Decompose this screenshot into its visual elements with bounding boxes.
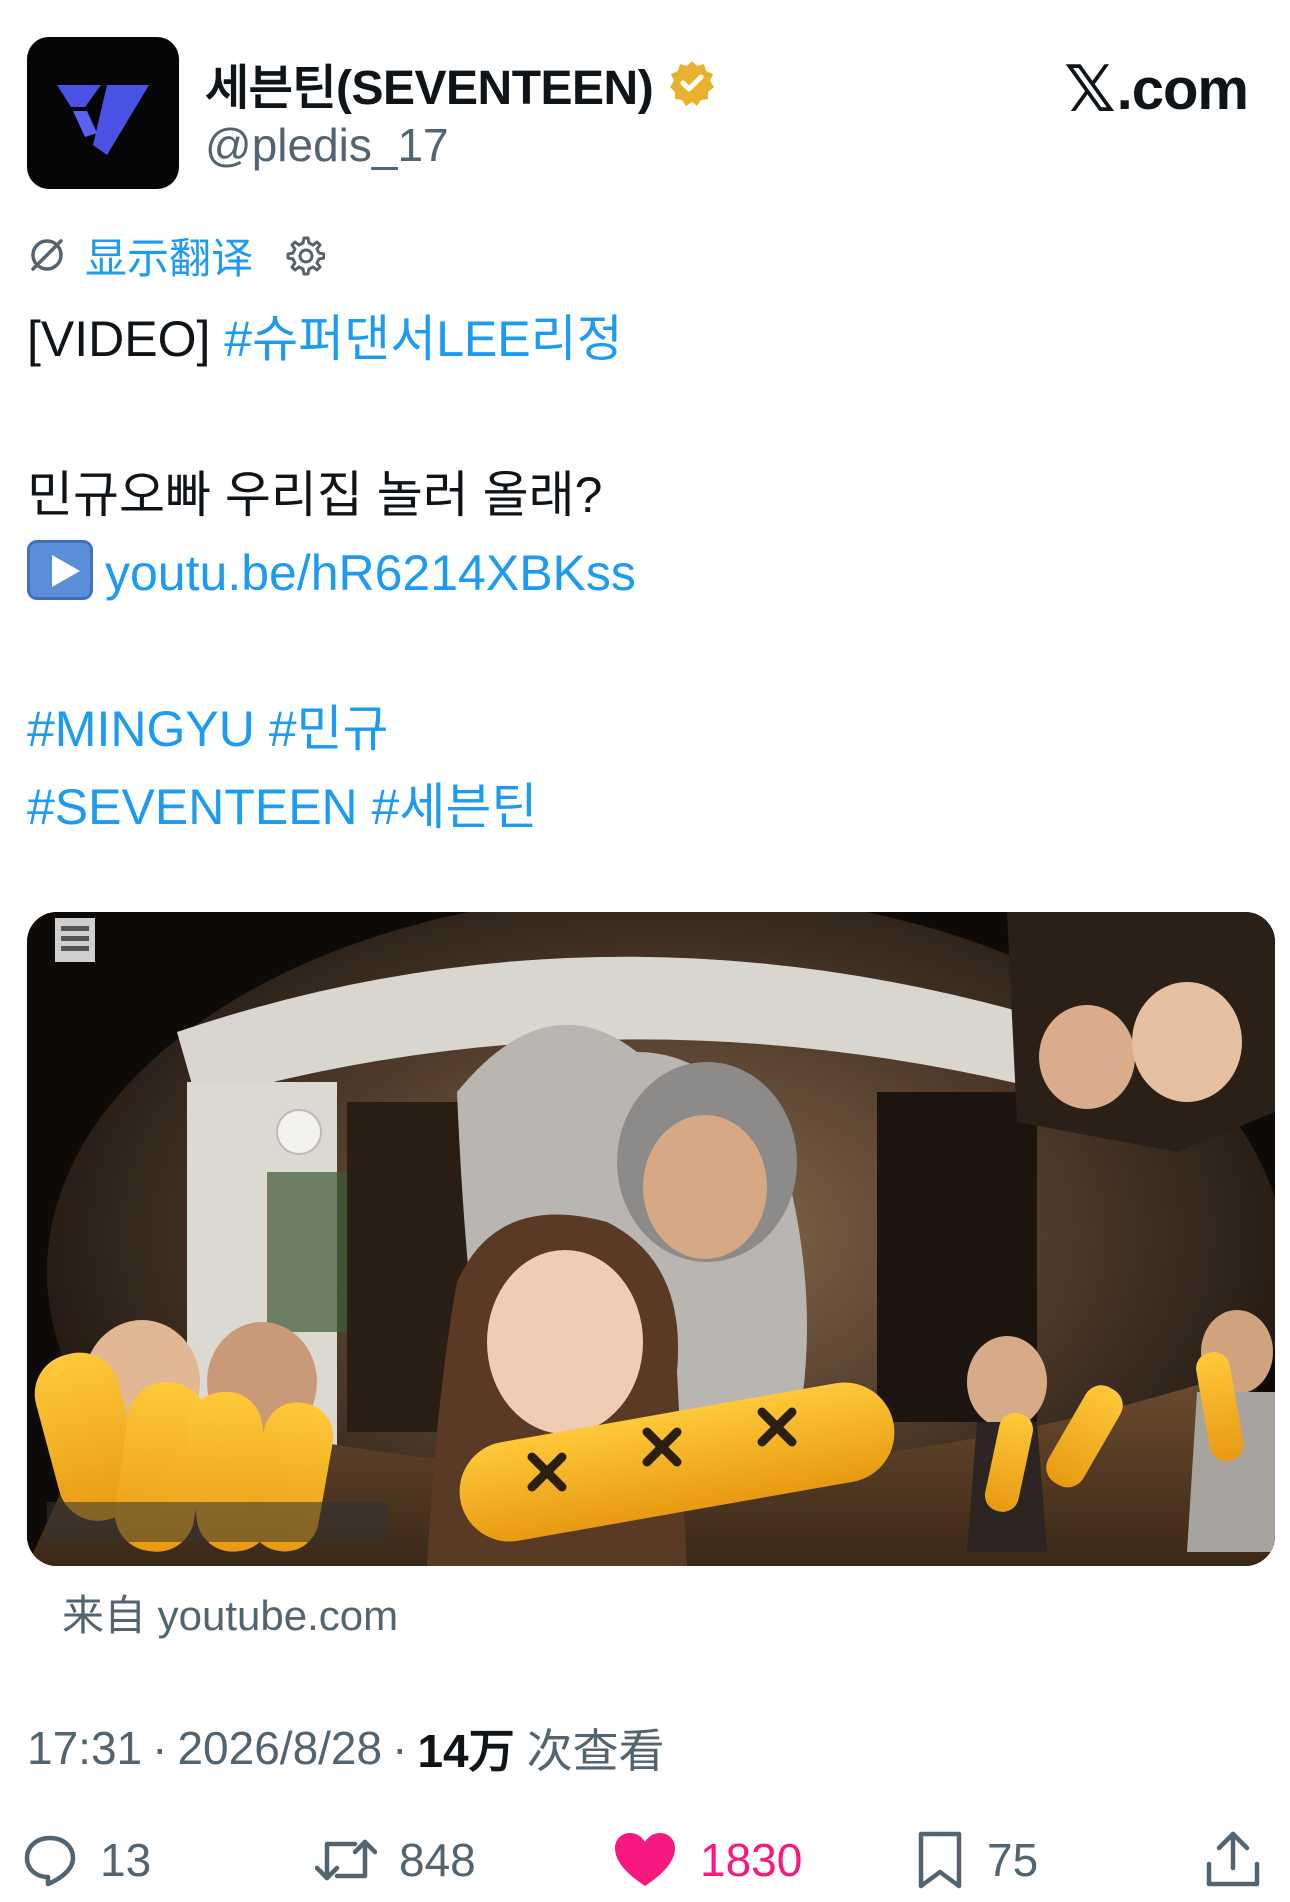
heart-filled-icon [615, 1833, 675, 1886]
tweet-line-link: youtu.be/hR6214XBKss [27, 534, 1267, 612]
bookmark-button[interactable]: 75 [915, 1820, 1038, 1900]
separator: · [392, 1722, 408, 1774]
hashtag-line[interactable]: #MINGYU #민규 [27, 690, 1267, 768]
like-button[interactable]: 1830 [612, 1820, 802, 1900]
hashtag-link[interactable]: #슈퍼댄서LEE리정 [224, 311, 622, 367]
video-thumbnail[interactable] [27, 912, 1275, 1566]
play-button-emoji-icon [27, 540, 93, 600]
video-prefix: [VIDEO] [27, 311, 225, 367]
media-source[interactable]: 来自 youtube.com [62, 1582, 398, 1643]
handle[interactable]: @pledis_17 [205, 118, 449, 172]
share-icon [1206, 1831, 1260, 1887]
repost-button[interactable]: 848 [315, 1820, 476, 1900]
views-label: 次查看 [526, 1725, 665, 1777]
translate-globe-icon [31, 239, 63, 271]
show-translation-link[interactable]: 显示翻译 [85, 225, 253, 286]
separator: · [152, 1722, 168, 1774]
name-row: 세븐틴(SEVENTEEN) [205, 48, 717, 118]
tweet-time[interactable]: 17:31 [27, 1721, 142, 1775]
thumbnail-image [27, 912, 1275, 1566]
tweet-text: [VIDEO] #슈퍼댄서LEE리정 민규오빠 우리집 놀러 올래? youtu… [27, 300, 1267, 846]
x-brand: 𝕏 .com [1064, 52, 1249, 127]
x-logo-icon: 𝕏 [1064, 53, 1116, 125]
tweet-line-video: [VIDEO] #슈퍼댄서LEE리정 [27, 300, 1267, 378]
share-button[interactable] [1205, 1820, 1261, 1900]
gear-icon[interactable] [283, 234, 326, 276]
bookmark-icon [918, 1831, 962, 1889]
repost-count: 848 [399, 1834, 476, 1886]
avatar[interactable] [27, 37, 179, 189]
action-bar: 13 848 1830 75 [0, 1820, 1290, 1900]
views-count[interactable]: 14万 [417, 1715, 514, 1781]
tweet-header: 세븐틴(SEVENTEEN) @pledis_17 𝕏 .com [0, 0, 1290, 200]
display-name[interactable]: 세븐틴(SEVENTEEN) [205, 48, 654, 118]
tweet-date[interactable]: 2026/8/28 [177, 1721, 382, 1775]
tweet-line-body: 민규오빠 우리집 놀러 올래? [27, 467, 603, 523]
hashtag-line[interactable]: #SEVENTEEN #세븐틴 [27, 768, 1267, 846]
bookmark-count: 75 [987, 1834, 1039, 1886]
seventeen-logo-icon [57, 85, 149, 155]
reply-count: 13 [100, 1834, 152, 1886]
youtube-link[interactable]: youtu.be/hR6214XBKss [105, 545, 636, 601]
repost-icon [315, 1839, 377, 1881]
brand-domain: .com [1116, 57, 1249, 122]
reply-button[interactable]: 13 [22, 1820, 151, 1900]
like-count: 1830 [700, 1834, 803, 1886]
translate-row: 显示翻译 [27, 225, 326, 286]
reply-icon [24, 1835, 76, 1887]
tweet-meta: 17:31 · 2026/8/28 · 14万 次查看 [27, 1715, 665, 1781]
verified-badge-icon [670, 61, 715, 106]
